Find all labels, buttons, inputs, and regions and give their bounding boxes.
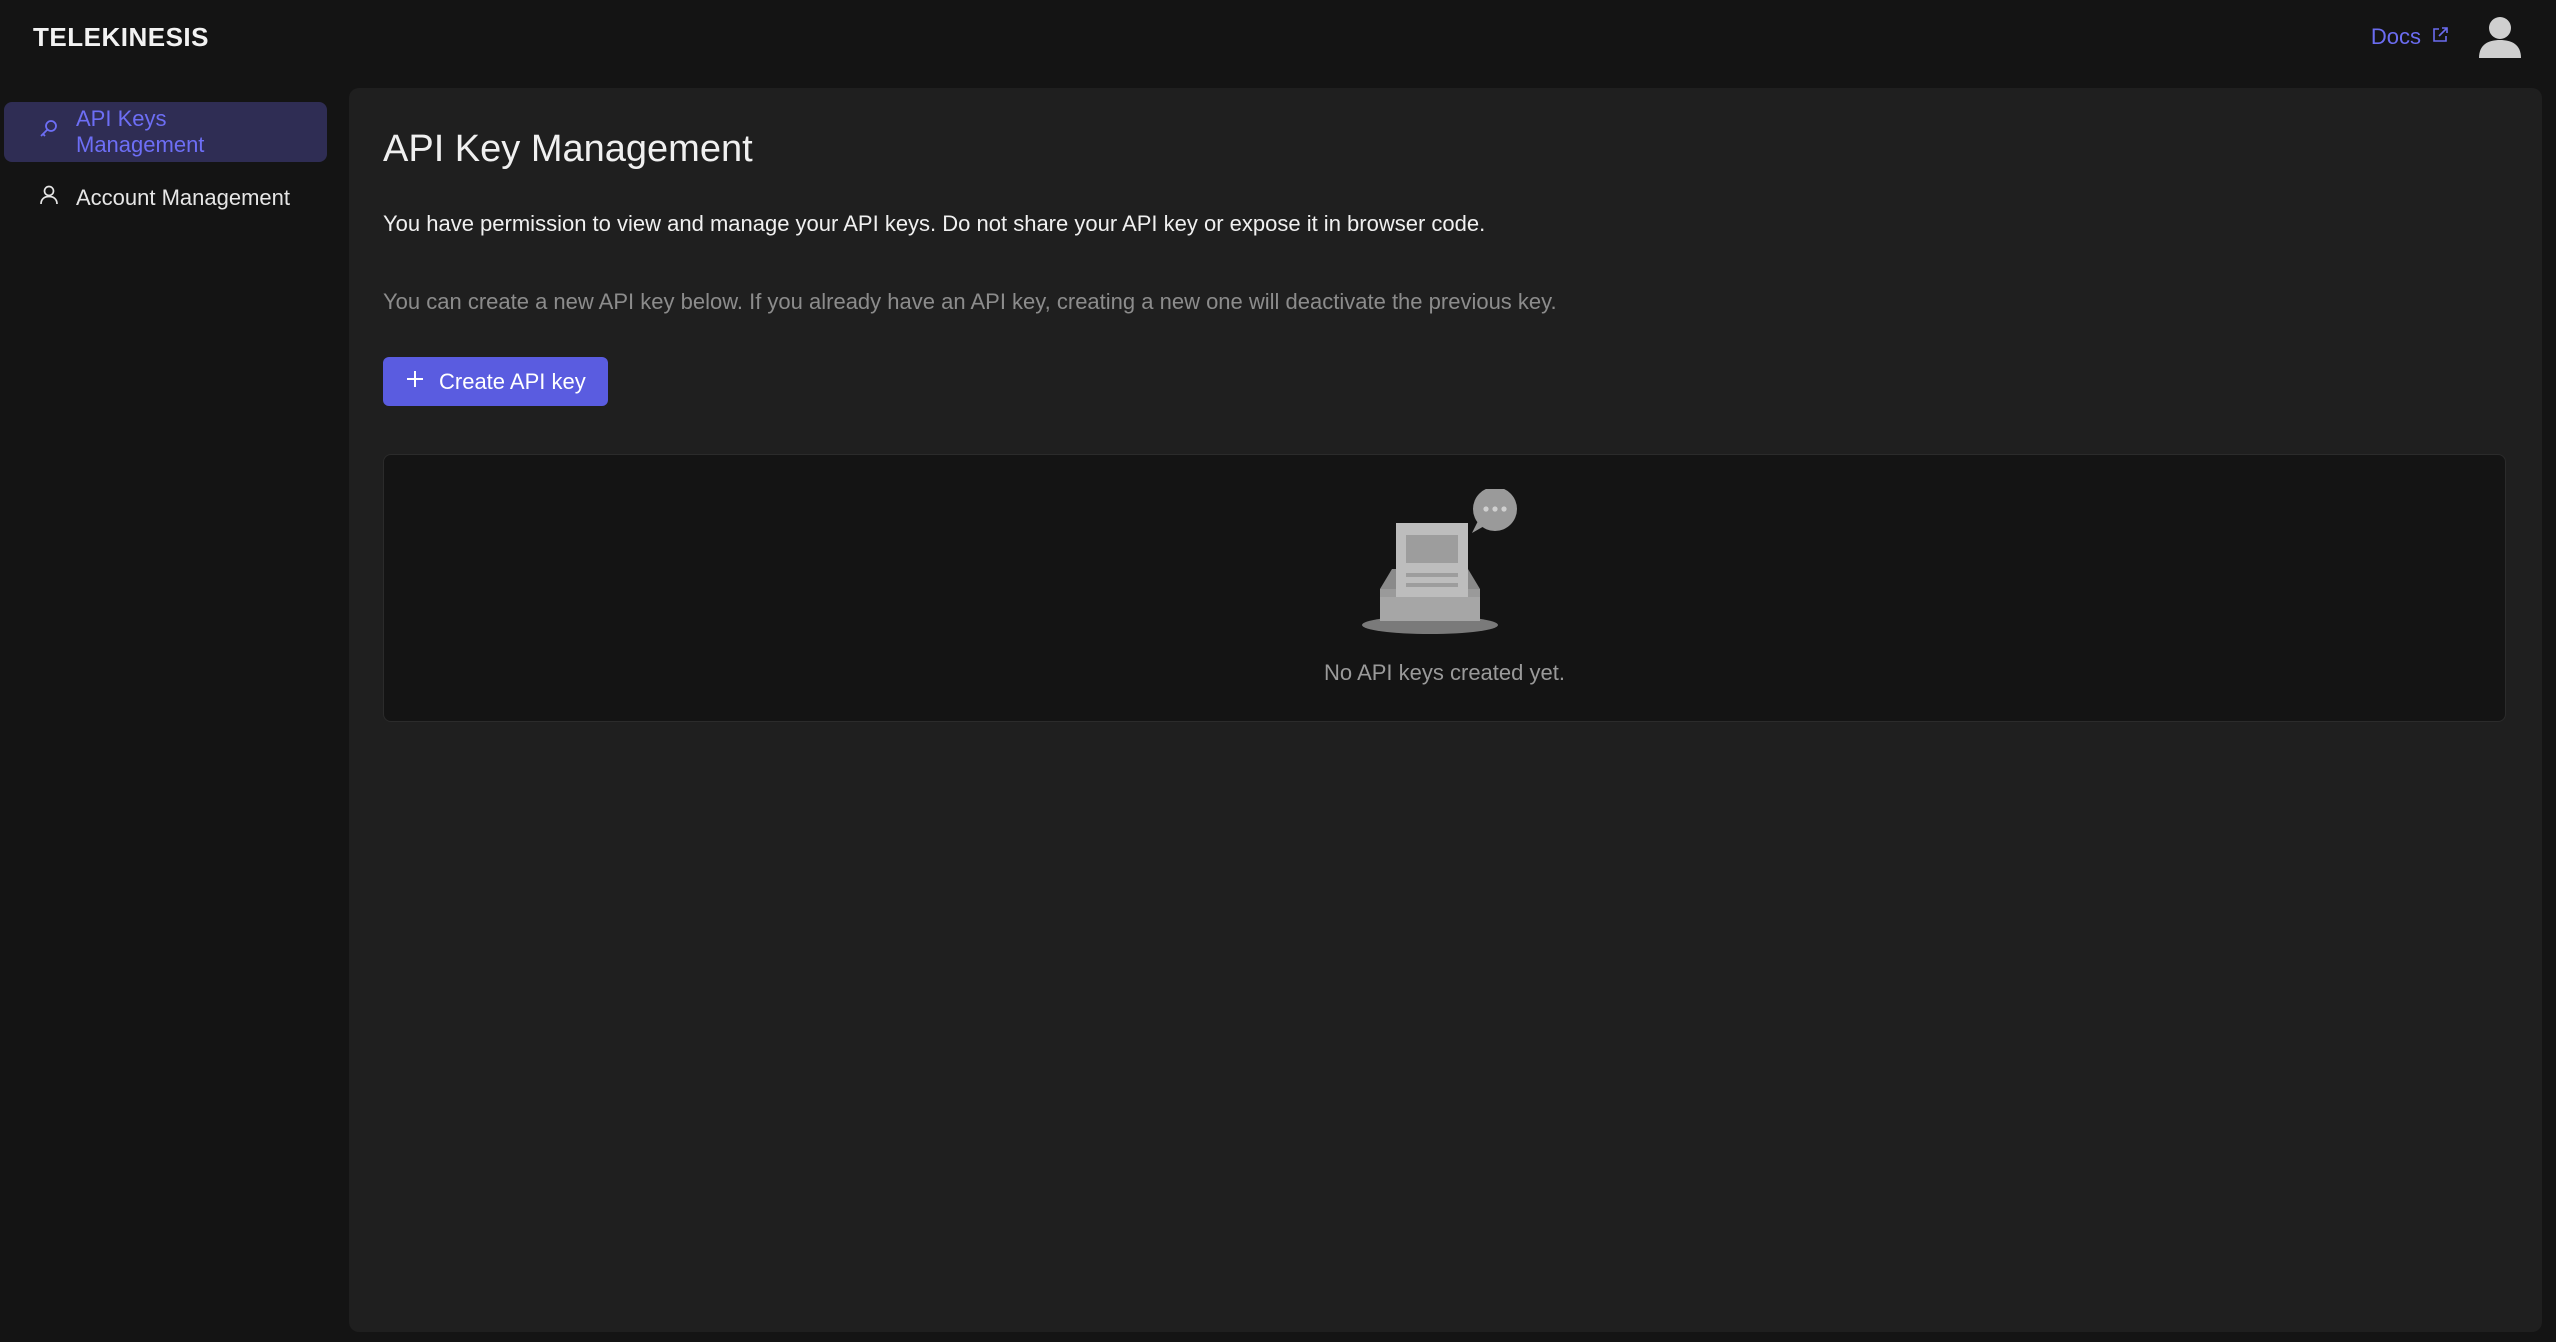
brand-logo[interactable]: TELEKINESIS	[33, 22, 209, 53]
empty-inbox-icon	[1360, 487, 1530, 644]
sidebar-item-label: Account Management	[76, 185, 291, 210]
external-link-icon	[2431, 24, 2449, 50]
key-icon	[38, 118, 60, 146]
sidebar-item-label: API Keys Management	[76, 106, 205, 157]
page-title: API Key Management	[383, 128, 753, 170]
docs-label: Docs	[2370, 24, 2421, 49]
user-icon	[38, 184, 60, 212]
sidebar-item-account[interactable]: Account Management	[4, 168, 327, 228]
create-key-note: You can create a new API key below. If y…	[383, 289, 1557, 314]
docs-link[interactable]: Docs	[2371, 24, 2449, 50]
main-content: API Key Management You have permission t…	[349, 88, 2542, 1332]
header-actions: Docs	[2371, 14, 2523, 60]
create-api-key-label: Create API key	[439, 368, 586, 394]
empty-state-message: No API keys created yet.	[1324, 660, 1565, 685]
user-avatar[interactable]	[2477, 14, 2523, 60]
sidebar: API Keys Management Account Management	[0, 88, 340, 1342]
plus-icon	[405, 369, 425, 395]
permission-description: You have permission to view and manage y…	[383, 211, 1486, 236]
create-api-key-button[interactable]: Create API key	[383, 357, 608, 406]
top-header: TELEKINESIS Docs	[0, 0, 2556, 74]
sidebar-item-api-keys[interactable]: API Keys Management	[4, 102, 327, 162]
api-keys-empty-state: No API keys created yet.	[383, 454, 2506, 722]
